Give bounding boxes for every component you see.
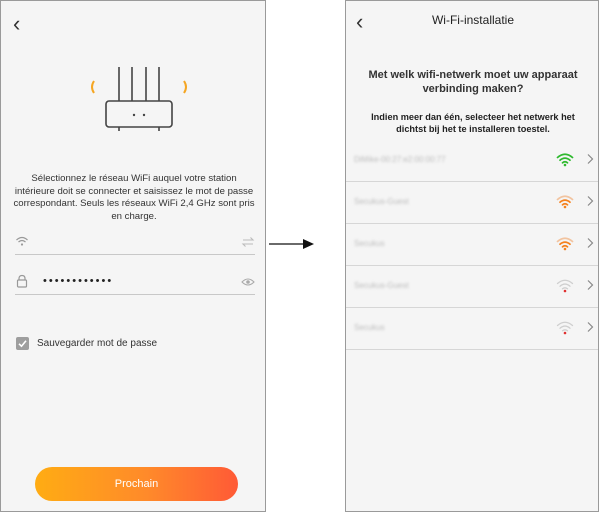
chevron-right-icon bbox=[587, 322, 594, 332]
password-value: •••••••••••• bbox=[43, 275, 114, 287]
save-password-label: Sauvegarder mot de passe bbox=[37, 338, 158, 349]
network-name: Secukus bbox=[354, 323, 385, 332]
network-name: DiMike-00:27:e2:00:00:77 bbox=[354, 155, 446, 164]
wifi-instructions: Sélectionnez le réseau WiFi auquel votre… bbox=[13, 173, 255, 222]
password-input[interactable]: •••••••••••• bbox=[15, 272, 255, 295]
chevron-left-icon[interactable]: ‹ bbox=[13, 13, 20, 35]
chevron-right-icon bbox=[587, 238, 594, 248]
chevron-right-icon bbox=[587, 196, 594, 206]
list-item[interactable]: DiMike-00:27:e2:00:00:77 bbox=[346, 140, 598, 182]
network-name: Secukus-Guest bbox=[354, 281, 409, 290]
lock-icon bbox=[16, 274, 28, 288]
network-name: Secukus bbox=[354, 239, 385, 248]
wifi-setup-screen: ‹ Sélectionnez le réseau WiFi auquel vot… bbox=[0, 0, 266, 512]
list-item[interactable]: Secukus-Guest bbox=[346, 266, 598, 308]
checkbox-checked-icon[interactable] bbox=[16, 337, 29, 350]
wifi-network-input[interactable] bbox=[15, 232, 255, 255]
wifi-signal-medium-icon bbox=[556, 195, 574, 209]
wifi-signal-full-icon bbox=[556, 153, 574, 167]
switch-network-icon[interactable] bbox=[241, 235, 255, 249]
wifi-signal-medium-icon bbox=[556, 237, 574, 251]
page-title: Wi-Fi-installatie bbox=[431, 13, 514, 27]
list-item[interactable]: Secukus bbox=[346, 308, 598, 350]
list-item[interactable]: Secukus-Guest bbox=[346, 182, 598, 224]
wifi-signal-weak-icon bbox=[556, 321, 574, 335]
wifi-icon bbox=[16, 236, 28, 246]
router-icon bbox=[91, 67, 187, 131]
wifi-signal-weak-icon bbox=[556, 279, 574, 293]
wifi-network-list: DiMike-00:27:e2:00:00:77 Secukus-Guest S… bbox=[346, 140, 598, 350]
list-item[interactable]: Secukus bbox=[346, 224, 598, 266]
chevron-right-icon bbox=[587, 280, 594, 290]
network-question: Met welk wifi-netwerk moet uw apparaat v… bbox=[368, 69, 578, 95]
eye-icon[interactable] bbox=[241, 275, 255, 289]
arrow-right-icon bbox=[269, 239, 314, 249]
wifi-installation-screen: ‹ Wi-Fi-installatie Met welk wifi-netwer… bbox=[345, 0, 599, 512]
network-hint: Indien meer dan één, selecteer het netwe… bbox=[371, 112, 575, 134]
next-button[interactable]: Prochain bbox=[35, 467, 238, 501]
network-name: Secukus-Guest bbox=[354, 197, 409, 206]
chevron-right-icon bbox=[587, 154, 594, 164]
